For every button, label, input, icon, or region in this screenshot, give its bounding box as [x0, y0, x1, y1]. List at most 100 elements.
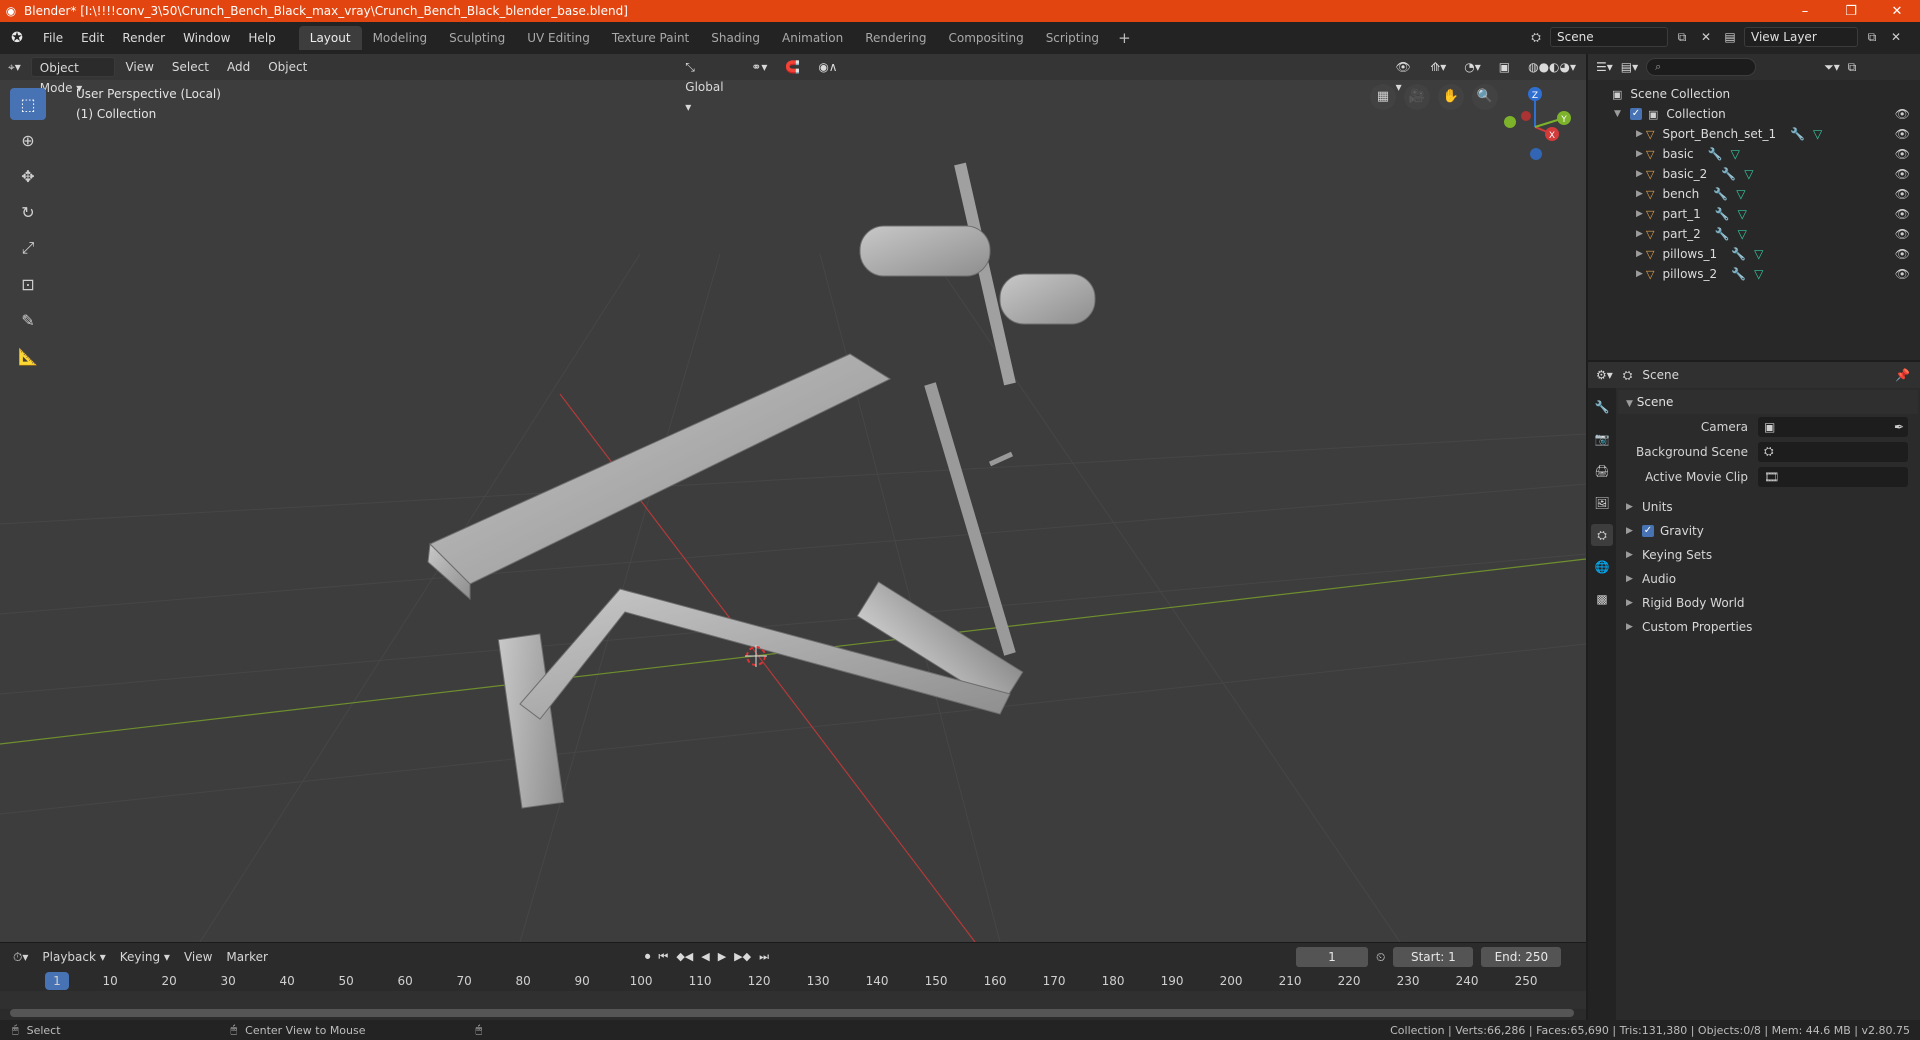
- modifier-wrench-icon[interactable]: 🔧: [1715, 207, 1730, 221]
- editor-type-icon[interactable]: ⌖▾: [0, 57, 29, 77]
- timeline-track[interactable]: [0, 991, 1586, 1009]
- mesh-data-icon[interactable]: ▽: [1738, 207, 1747, 221]
- display-mode-icon[interactable]: ▤▾: [1621, 60, 1638, 74]
- timeline-scrollbar[interactable]: [10, 1009, 1574, 1017]
- add-workspace-button[interactable]: +: [1110, 26, 1139, 50]
- object-visibility-icon[interactable]: 👁: [1895, 227, 1910, 241]
- 3d-viewport[interactable]: ⌖▾ Object Mode ▾ View Select Add Object …: [0, 54, 1586, 942]
- tab-scripting[interactable]: Scripting: [1035, 26, 1110, 50]
- pivot-icon[interactable]: ⚭▾: [743, 57, 775, 77]
- current-frame-field[interactable]: 1: [1296, 947, 1368, 967]
- gravity-checkbox[interactable]: ✓: [1642, 525, 1654, 537]
- object-expand-icon[interactable]: ▶: [1636, 229, 1646, 239]
- shading-modes-icon[interactable]: ◍●◐◕▾: [1520, 57, 1584, 77]
- camera-field[interactable]: ▣ ✒: [1758, 416, 1908, 437]
- snap-icon[interactable]: 🧲: [777, 57, 808, 77]
- menu-edit[interactable]: Edit: [72, 26, 113, 50]
- object-expand-icon[interactable]: ▶: [1636, 249, 1646, 259]
- menu-playback[interactable]: Playback ▾: [35, 950, 112, 964]
- new-view-layer-icon[interactable]: ⧉: [1862, 27, 1882, 47]
- visibility-icon[interactable]: 👁▾: [1388, 57, 1421, 94]
- collection-row[interactable]: ▼ ✓ ▣ Collection 👁: [1588, 104, 1920, 124]
- collection-expand-icon[interactable]: ▼: [1614, 109, 1624, 119]
- clock-icon[interactable]: ⏲: [1376, 950, 1385, 965]
- record-icon[interactable]: ⏺: [645, 950, 651, 964]
- collection-checkbox[interactable]: ✓: [1630, 108, 1642, 120]
- modifier-wrench-icon[interactable]: 🔧: [1790, 127, 1805, 141]
- jump-start-icon[interactable]: ⏮: [658, 950, 668, 964]
- play-icon[interactable]: ▶: [718, 950, 726, 964]
- object-expand-icon[interactable]: ▶: [1636, 169, 1646, 179]
- menu-file[interactable]: File: [34, 26, 72, 50]
- timeline-editor-type-icon[interactable]: ⏱▾: [6, 950, 35, 965]
- frame-ruler[interactable]: 1 10 20 30 40 50 60 70 80 90 100 110 120 130 140 150 160…: [0, 971, 1586, 991]
- scene-props-tab-icon[interactable]: ⛭: [1591, 524, 1613, 546]
- mode-dropdown[interactable]: Object Mode ▾: [30, 57, 116, 95]
- new-collection-icon[interactable]: ⧉: [1848, 60, 1857, 75]
- menu-help[interactable]: Help: [239, 26, 284, 50]
- scene-panel-header[interactable]: ▼ Scene: [1618, 390, 1918, 414]
- gravity-panel[interactable]: ▶ ✓ Gravity: [1618, 519, 1918, 543]
- next-keyframe-icon[interactable]: ▶◆: [734, 950, 751, 964]
- mesh-data-icon[interactable]: ▽: [1744, 167, 1753, 181]
- menu-object[interactable]: Object: [260, 57, 315, 77]
- menu-keying[interactable]: Keying ▾: [113, 950, 177, 964]
- menu-select[interactable]: Select: [164, 57, 217, 77]
- move-tool-icon[interactable]: ✥: [10, 160, 46, 192]
- xray-icon[interactable]: ▣: [1491, 57, 1518, 77]
- object-expand-icon[interactable]: ▶: [1636, 209, 1646, 219]
- mesh-data-icon[interactable]: ▽: [1754, 267, 1763, 281]
- modifier-wrench-icon[interactable]: 🔧: [1713, 187, 1728, 201]
- modifier-wrench-icon[interactable]: 🔧: [1721, 167, 1736, 181]
- modifier-wrench-icon[interactable]: 🔧: [1731, 247, 1746, 261]
- filter-icon[interactable]: ⏷▾: [1824, 60, 1840, 75]
- object-expand-icon[interactable]: ▶: [1636, 269, 1646, 279]
- menu-timeline-view[interactable]: View: [177, 950, 219, 964]
- delete-scene-icon[interactable]: ✕: [1696, 27, 1716, 47]
- world-props-icon[interactable]: 🌐: [1591, 556, 1613, 578]
- outliner-search-input[interactable]: ⌕: [1646, 58, 1757, 76]
- tab-rendering[interactable]: Rendering: [854, 26, 937, 50]
- outliner-object-row[interactable]: ▶ ▽ bench 🔧 ▽ 👁: [1588, 184, 1920, 204]
- modifier-wrench-icon[interactable]: 🔧: [1715, 227, 1730, 241]
- modifier-wrench-icon[interactable]: 🔧: [1731, 267, 1746, 281]
- units-panel[interactable]: ▶ Units: [1618, 495, 1918, 519]
- outliner-object-row[interactable]: ▶ ▽ Sport_Bench_set_1 🔧 ▽ 👁: [1588, 124, 1920, 144]
- properties-editor-type-icon[interactable]: ⚙▾: [1596, 368, 1613, 382]
- outliner-object-row[interactable]: ▶ ▽ pillows_2 🔧 ▽ 👁: [1588, 264, 1920, 284]
- transform-tool-icon[interactable]: ⊡: [10, 268, 46, 300]
- mesh-data-icon[interactable]: ▽: [1813, 127, 1822, 141]
- tab-animation[interactable]: Animation: [771, 26, 854, 50]
- pin-icon[interactable]: 📌: [1895, 368, 1920, 382]
- blender-menu-icon[interactable]: ✪: [0, 30, 34, 46]
- close-button[interactable]: ✕: [1874, 4, 1920, 19]
- texture-props-icon[interactable]: ▩: [1591, 588, 1613, 610]
- scale-tool-icon[interactable]: ⤢: [10, 232, 46, 264]
- play-reverse-icon[interactable]: ◀: [701, 950, 709, 964]
- mesh-data-icon[interactable]: ▽: [1738, 227, 1747, 241]
- keying-sets-panel[interactable]: ▶ Keying Sets: [1618, 543, 1918, 567]
- viewport-scene[interactable]: [0, 54, 1586, 942]
- tab-uv-editing[interactable]: UV Editing: [516, 26, 601, 50]
- render-props-icon[interactable]: 📷: [1591, 428, 1613, 450]
- prev-keyframe-icon[interactable]: ◆◀: [676, 950, 693, 964]
- outliner-object-row[interactable]: ▶ ▽ part_2 🔧 ▽ 👁: [1588, 224, 1920, 244]
- end-frame-field[interactable]: End: 250: [1481, 947, 1562, 967]
- tab-layout[interactable]: Layout: [298, 26, 362, 50]
- rigid-body-world-panel[interactable]: ▶ Rigid Body World: [1618, 591, 1918, 615]
- start-frame-field[interactable]: Start: 1: [1393, 947, 1474, 967]
- annotate-tool-icon[interactable]: ✎: [10, 304, 46, 336]
- object-visibility-icon[interactable]: 👁: [1895, 187, 1910, 201]
- menu-add[interactable]: Add: [219, 57, 258, 77]
- outliner-editor[interactable]: ☰▾ ▤▾ ⌕ ⏷▾ ⧉ ▣ Scene Collection ▼ ✓ ▣ Co…: [1588, 54, 1920, 360]
- object-expand-icon[interactable]: ▶: [1636, 189, 1646, 199]
- tab-texture-paint[interactable]: Texture Paint: [601, 26, 700, 50]
- custom-properties-panel[interactable]: ▶ Custom Properties: [1618, 615, 1918, 639]
- cursor-tool-icon[interactable]: ⊕: [10, 124, 46, 156]
- mesh-data-icon[interactable]: ▽: [1731, 147, 1740, 161]
- tab-shading[interactable]: Shading: [700, 26, 771, 50]
- properties-editor[interactable]: ⚙▾ ⛭ Scene 📌 🔧 📷 🖨 🖼 ⛭ 🌐 ▩ ▼ Scene Camer…: [1588, 362, 1920, 1020]
- view-layer-props-icon[interactable]: 🖼: [1591, 492, 1613, 514]
- outliner-object-row[interactable]: ▶ ▽ basic_2 🔧 ▽ 👁: [1588, 164, 1920, 184]
- transform-orientation-dropdown[interactable]: ⤡ Global ▾: [677, 57, 741, 114]
